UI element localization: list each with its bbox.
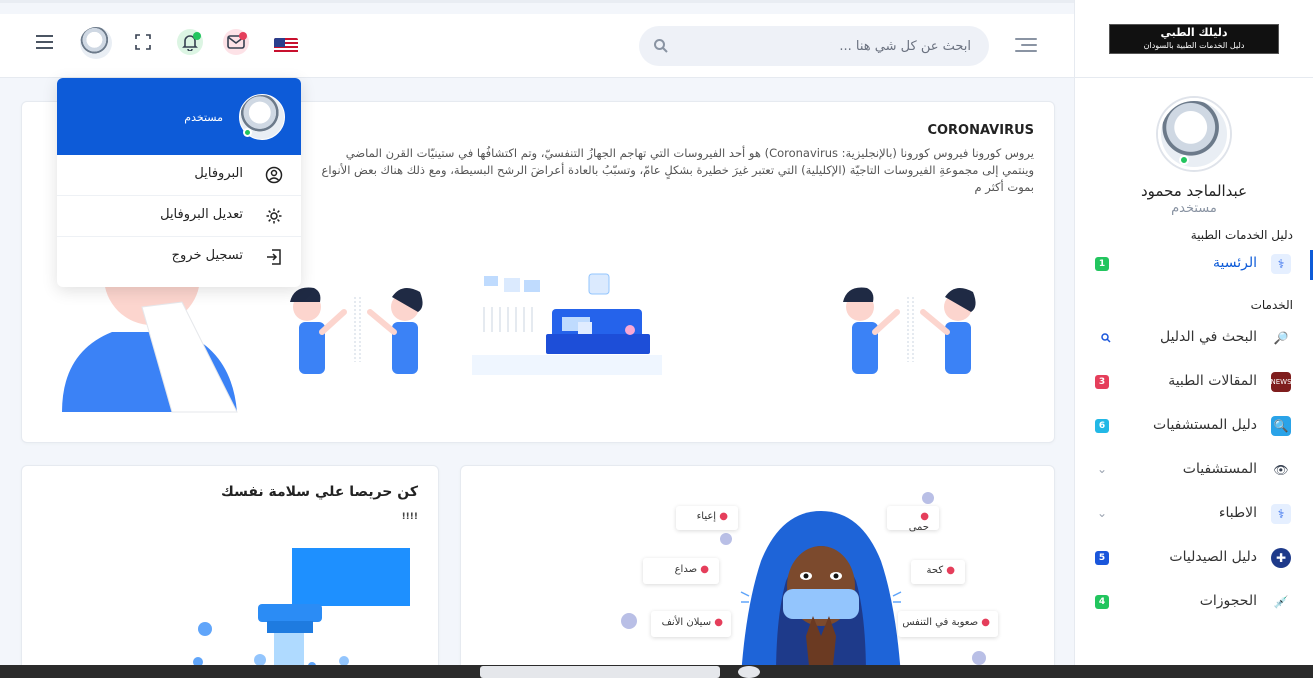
doctor-icon: ⚕	[1271, 254, 1291, 274]
edit-profile-label: تعديل البروفايل	[160, 207, 243, 222]
sidebar-item-label: الحجوزات	[1199, 593, 1257, 609]
menu-icon[interactable]	[36, 35, 53, 53]
top-header	[0, 14, 1074, 78]
safety-card: كن حريصا علي سلامة نفسك !!!!	[21, 465, 439, 675]
dropdown-role: مستخدم	[184, 111, 223, 124]
os-taskbar	[0, 665, 1313, 678]
symptom-chip: ● حمى	[887, 506, 939, 533]
logo-line-2: دليل الخدمات الطبية بالسودان	[1143, 40, 1245, 50]
sidebar-item-label: دليل الصيدليات	[1169, 549, 1257, 565]
badge: 3	[1095, 375, 1109, 389]
symptom-chip: ● كحة	[911, 560, 965, 584]
sidebar-item-label: الرئسية	[1213, 255, 1257, 271]
badge: 4	[1095, 595, 1109, 609]
symptom-chip: ● إعياء	[676, 506, 738, 530]
eye-icon: 👁	[1273, 463, 1289, 477]
taskbar-search[interactable]	[480, 666, 720, 678]
badge: 1	[1095, 257, 1109, 271]
mail-button[interactable]	[222, 28, 250, 56]
profile-role: مستخدم	[1171, 201, 1217, 216]
nav-home-wrapper: ⚕ الرئسية 1	[1075, 242, 1313, 292]
logo-container: دليلك الطبي دليل الخدمات الطبية بالسودان	[1075, 0, 1313, 78]
profile-name: عبدالماجد محمود	[1140, 182, 1248, 200]
section-title-services: الخدمات	[1250, 298, 1293, 312]
sidebar-item-home[interactable]: ⚕ الرئسية 1	[1075, 242, 1313, 286]
logout-icon	[267, 249, 281, 265]
chevron-down-icon[interactable]: ⌄	[1097, 506, 1107, 520]
right-sidebar: دليلك الطبي دليل الخدمات الطبية بالسودان…	[1074, 0, 1313, 665]
edit-profile-menu-item[interactable]: تعديل البروفايل	[57, 196, 301, 237]
logout-label: تسجيل خروج	[171, 248, 243, 263]
profile-label: البروفايل	[194, 166, 243, 181]
search-input[interactable]	[681, 26, 971, 66]
profile-avatar[interactable]	[1158, 98, 1230, 170]
sidebar-item-articles[interactable]: NEWS المقالات الطبية 3	[1075, 360, 1313, 404]
gear-icon	[266, 208, 282, 224]
symptom-chip: ● سيلان الأنف	[651, 611, 731, 637]
dropdown-avatar	[239, 94, 285, 140]
user-avatar[interactable]	[80, 27, 112, 59]
taskbar-app-icon[interactable]	[738, 666, 760, 678]
sidebar-item-bookings[interactable]: 💉 الحجوزات 4	[1075, 580, 1313, 624]
dropdown-header: مستخدم	[57, 78, 301, 155]
symptoms-card: ● إعياء ● حمى ● صداع ● كحة ● سيلان الأنف…	[460, 465, 1055, 675]
sidebar-item-label: المقالات الطبية	[1168, 373, 1257, 389]
sidebar-item-pharmacies[interactable]: ✚ دليل الصيدليات 5	[1075, 536, 1313, 580]
search-icon	[1101, 333, 1111, 343]
sidebar-item-label: البحث في الدليل	[1159, 329, 1257, 345]
sidebar-toggle-icon[interactable]	[1015, 38, 1037, 56]
news-icon: NEWS	[1270, 372, 1292, 392]
sidebar-item-hospitals[interactable]: 👁 المستشفيات ⌄	[1075, 448, 1313, 492]
notifications-button[interactable]	[176, 28, 204, 56]
sidebar-item-hospitals-guide[interactable]: 🔍 دليل المستشفيات 6	[1075, 404, 1313, 448]
chevron-down-icon[interactable]: ⌄	[1097, 462, 1107, 476]
syringe-icon: 💉	[1273, 595, 1289, 609]
fullscreen-button[interactable]	[129, 28, 157, 56]
section-title-guide: دليل الخدمات الطبية	[1190, 228, 1293, 242]
search-icon	[654, 39, 668, 53]
sidebar-item-doctors[interactable]: ⚕ الاطباء ⌄	[1075, 492, 1313, 536]
faucet-illustration	[193, 548, 410, 674]
pharmacy-icon: ✚	[1271, 548, 1291, 568]
search-tile-icon: 🔍	[1271, 416, 1291, 436]
profile-dropdown: مستخدم البروفايل تعديل البروفايل تسجيل خ…	[57, 78, 301, 287]
symptoms-illustration	[621, 492, 986, 674]
sidebar-item-label: الاطباء	[1218, 505, 1257, 521]
online-indicator	[1179, 155, 1189, 165]
fullscreen-icon	[135, 34, 151, 50]
magnifier-icon: 🔎	[1273, 331, 1289, 345]
search-bar[interactable]	[639, 26, 989, 66]
us-flag-icon[interactable]	[274, 38, 298, 54]
online-indicator	[243, 128, 252, 137]
symptom-chip: ● صداع	[643, 558, 719, 584]
sidebar-item-label: دليل المستشفيات	[1153, 417, 1257, 433]
app-logo[interactable]: دليلك الطبي دليل الخدمات الطبية بالسودان	[1109, 23, 1279, 54]
user-circle-icon	[265, 166, 283, 184]
symptom-chip: ● صعوبة في التنفس	[898, 611, 998, 637]
doctor-icon: ⚕	[1271, 504, 1291, 524]
logo-line-1: دليلك الطبي	[1160, 25, 1228, 39]
logout-menu-item[interactable]: تسجيل خروج	[57, 237, 301, 278]
badge: 5	[1095, 551, 1109, 565]
sidebar-item-search-guide[interactable]: 🔎 البحث في الدليل	[1075, 316, 1313, 360]
sidebar-item-label: المستشفيات	[1182, 461, 1257, 477]
badge: 6	[1095, 419, 1109, 433]
profile-menu-item[interactable]: البروفايل	[57, 155, 301, 196]
sidebar-profile: عبدالماجد محمود مستخدم	[1075, 78, 1313, 216]
